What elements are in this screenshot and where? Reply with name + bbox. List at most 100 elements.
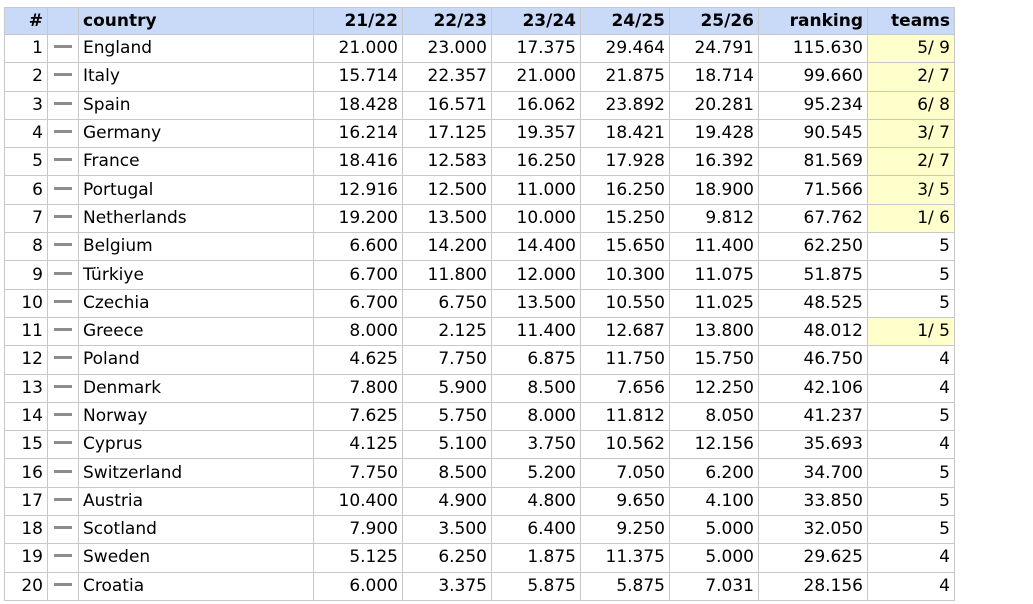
ranking-total-cell: 48.012 xyxy=(758,316,868,347)
season-points-cell: 6.700 xyxy=(313,288,403,318)
season-points-cell: 15.714 xyxy=(313,62,403,92)
ranking-total-cell: 28.156 xyxy=(758,571,868,601)
season-points-cell: 6.875 xyxy=(491,345,581,375)
season-points-cell: 16.214 xyxy=(313,118,403,149)
table-row[interactable]: 2 Italy 15.714 22.357 21.000 21.875 18.714 99.6… xyxy=(4,62,955,92)
unchanged-dash-icon xyxy=(54,101,72,105)
teams-count-cell: 2/ 7 xyxy=(867,62,955,92)
ranking-total-cell: 48.525 xyxy=(758,288,868,318)
trend-cell xyxy=(47,288,79,318)
table-row[interactable]: 16 Switzerland 7.750 8.500 5.200 7.050 6.200 34… xyxy=(4,458,955,488)
table-row[interactable]: 11 Greece 8.000 2.125 11.400 12.687 13.800 48.0… xyxy=(4,316,955,347)
table-row[interactable]: 6 Portugal 12.916 12.500 11.000 16.250 18.900 7… xyxy=(4,175,955,205)
header-season-24-25[interactable]: 24/25 xyxy=(580,7,670,35)
country-name-cell: Portugal xyxy=(78,175,314,205)
season-points-cell: 12.916 xyxy=(313,175,403,205)
ranking-total-cell: 71.566 xyxy=(758,175,868,205)
season-points-cell: 12.687 xyxy=(580,316,670,347)
season-points-cell: 11.075 xyxy=(669,260,759,290)
rank-number-cell: 18 xyxy=(4,515,48,545)
table-row[interactable]: 10 Czechia 6.700 6.750 13.500 10.550 11.025 48.… xyxy=(4,288,955,318)
table-row[interactable]: 3 Spain 18.428 16.571 16.062 23.892 20.281 95.2… xyxy=(4,90,955,120)
header-season-21-22[interactable]: 21/22 xyxy=(313,7,403,35)
ranking-total-cell: 62.250 xyxy=(758,232,868,262)
trend-cell xyxy=(47,401,79,432)
rank-number-cell: 13 xyxy=(4,373,48,403)
season-points-cell: 11.812 xyxy=(580,401,670,432)
unchanged-dash-icon xyxy=(54,130,72,134)
table-row[interactable]: 8 Belgium 6.600 14.200 14.400 15.650 11.400 62.… xyxy=(4,232,955,262)
table-row[interactable]: 13 Denmark 7.800 5.900 8.500 7.656 12.250 42.10… xyxy=(4,373,955,403)
season-points-cell: 3.375 xyxy=(402,571,492,601)
rank-number-cell: 4 xyxy=(4,118,48,149)
table-row[interactable]: 15 Cyprus 4.125 5.100 3.750 10.562 12.156 35.69… xyxy=(4,430,955,460)
teams-count-cell: 3/ 5 xyxy=(867,175,955,205)
season-points-cell: 11.400 xyxy=(491,316,581,347)
season-points-cell: 12.156 xyxy=(669,430,759,460)
table-row[interactable]: 4 Germany 16.214 17.125 19.357 18.421 19.428 90… xyxy=(4,118,955,149)
season-points-cell: 12.000 xyxy=(491,260,581,290)
season-points-cell: 11.000 xyxy=(491,175,581,205)
header-teams[interactable]: teams xyxy=(867,7,955,35)
trend-cell xyxy=(47,458,79,488)
season-points-cell: 17.375 xyxy=(491,33,581,64)
country-name-cell: Germany xyxy=(78,118,314,149)
header-country[interactable]: country xyxy=(78,7,314,35)
trend-cell xyxy=(47,147,79,177)
country-name-cell: England xyxy=(78,33,314,64)
ranking-total-cell: 81.569 xyxy=(758,147,868,177)
table-row[interactable]: 19 Sweden 5.125 6.250 1.875 11.375 5.000 29.625… xyxy=(4,543,955,573)
ranking-total-cell: 29.625 xyxy=(758,543,868,573)
table-row[interactable]: 18 Scotland 7.900 3.500 6.400 9.250 5.000 32.05… xyxy=(4,515,955,545)
rank-number-cell: 5 xyxy=(4,147,48,177)
country-name-cell: Türkiye xyxy=(78,260,314,290)
season-points-cell: 9.250 xyxy=(580,515,670,545)
unchanged-dash-icon xyxy=(54,214,72,218)
ranking-total-cell: 95.234 xyxy=(758,90,868,120)
trend-cell xyxy=(47,373,79,403)
season-points-cell: 5.750 xyxy=(402,401,492,432)
header-ranking[interactable]: ranking xyxy=(758,7,868,35)
ranking-total-cell: 90.545 xyxy=(758,118,868,149)
season-points-cell: 6.600 xyxy=(313,232,403,262)
table-row[interactable]: 9 Türkiye 6.700 11.800 12.000 10.300 11.075 51.… xyxy=(4,260,955,290)
table-row[interactable]: 7 Netherlands 19.200 13.500 10.000 15.250 9.81… xyxy=(4,203,955,234)
country-name-cell: Denmark xyxy=(78,373,314,403)
unchanged-dash-icon xyxy=(54,186,72,190)
rank-number-cell: 9 xyxy=(4,260,48,290)
header-season-22-23[interactable]: 22/23 xyxy=(402,7,492,35)
season-points-cell: 7.031 xyxy=(669,571,759,601)
table-row[interactable]: 5 France 18.416 12.583 16.250 17.928 16.392 81.… xyxy=(4,147,955,177)
table-header-row: # country 21/22 22/23 23/24 24/25 25/26 … xyxy=(4,7,955,35)
table-row[interactable]: 20 Croatia 6.000 3.375 5.875 5.875 7.031 28.156… xyxy=(4,571,955,601)
season-points-cell: 24.791 xyxy=(669,33,759,64)
ranking-total-cell: 33.850 xyxy=(758,486,868,517)
season-points-cell: 9.650 xyxy=(580,486,670,517)
season-points-cell: 10.300 xyxy=(580,260,670,290)
rank-number-cell: 7 xyxy=(4,203,48,234)
country-name-cell: Austria xyxy=(78,486,314,517)
unchanged-dash-icon xyxy=(54,271,72,275)
season-points-cell: 7.656 xyxy=(580,373,670,403)
header-rank-number[interactable]: # xyxy=(4,7,48,35)
unchanged-dash-icon xyxy=(54,384,72,388)
table-row[interactable]: 1 England 21.000 23.000 17.375 29.464 24.791 11… xyxy=(4,33,955,64)
season-points-cell: 6.250 xyxy=(402,543,492,573)
teams-count-cell: 5 xyxy=(867,232,955,262)
season-points-cell: 2.125 xyxy=(402,316,492,347)
trend-cell xyxy=(47,62,79,92)
teams-count-cell: 4 xyxy=(867,543,955,573)
header-season-25-26[interactable]: 25/26 xyxy=(669,7,759,35)
season-points-cell: 10.550 xyxy=(580,288,670,318)
ranking-total-cell: 32.050 xyxy=(758,515,868,545)
unchanged-dash-icon xyxy=(54,554,72,558)
season-points-cell: 5.900 xyxy=(402,373,492,403)
season-points-cell: 15.250 xyxy=(580,203,670,234)
table-row[interactable]: 14 Norway 7.625 5.750 8.000 11.812 8.050 41.237… xyxy=(4,401,955,432)
table-row[interactable]: 17 Austria 10.400 4.900 4.800 9.650 4.100 33.85… xyxy=(4,486,955,517)
season-points-cell: 19.200 xyxy=(313,203,403,234)
season-points-cell: 5.875 xyxy=(491,571,581,601)
table-row[interactable]: 12 Poland 4.625 7.750 6.875 11.750 15.750 46.75… xyxy=(4,345,955,375)
season-points-cell: 4.625 xyxy=(313,345,403,375)
header-season-23-24[interactable]: 23/24 xyxy=(491,7,581,35)
